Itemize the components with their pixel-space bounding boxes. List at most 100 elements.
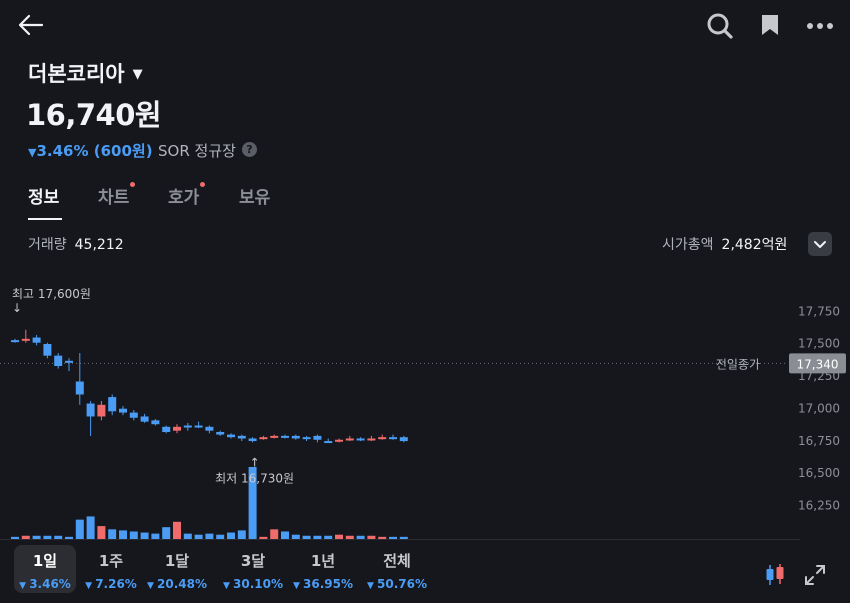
volume-bar: [291, 534, 300, 539]
candle-body: [270, 435, 279, 438]
y-axis-tick-label: 17,750: [798, 304, 840, 318]
down-triangle-icon: ▼: [146, 581, 158, 591]
candle-body: [216, 432, 225, 435]
volume-bar: [270, 529, 279, 539]
volume-bar: [216, 534, 225, 539]
range-label: 1달: [164, 552, 190, 570]
volume-bar: [173, 521, 181, 539]
candle-body: [86, 403, 95, 417]
down-triangle-icon: ▼: [222, 581, 234, 591]
market-cap-stat: 시가총액 2,482억원: [662, 234, 787, 254]
price-chart[interactable]: 17,75017,50017,25017,00016,75016,50016,2…: [0, 280, 850, 542]
more-icon[interactable]: [806, 22, 834, 30]
caret-down-icon: ▼: [132, 67, 143, 82]
range-change: ▼ 7.26%: [80, 577, 142, 591]
volume-bar: [97, 526, 106, 539]
range-label: 3달: [240, 552, 266, 570]
candle-body: [140, 416, 149, 422]
range-change-value: 36.95%: [303, 577, 354, 591]
range-change-value: 20.48%: [157, 577, 208, 591]
volume-bar: [237, 530, 246, 539]
chevron-down-icon: [814, 241, 826, 248]
range-change-value: 50.76%: [377, 577, 428, 591]
candle-body: [11, 340, 19, 343]
candle-body: [194, 425, 203, 428]
search-icon[interactable]: [706, 12, 734, 40]
candle-body: [227, 434, 235, 438]
volume-bar: [108, 529, 117, 539]
bookmark-icon[interactable]: [760, 14, 780, 36]
range-change: ▼ 20.48%: [146, 577, 208, 591]
volume-bar: [324, 535, 333, 539]
stock-name-dropdown[interactable]: 더본코리아 ▼: [28, 58, 143, 88]
y-axis-tick-label: 17,500: [798, 337, 840, 351]
candle-body: [313, 435, 322, 440]
down-triangle-icon: ▼: [85, 581, 96, 591]
candle-body: [345, 438, 354, 441]
tab-orderbook-label: 호가: [168, 188, 200, 208]
y-axis-tick-label: 16,500: [798, 466, 840, 480]
tab-holdings[interactable]: 보유: [239, 183, 270, 208]
range-label: 1주: [98, 552, 124, 570]
candle-body: [281, 435, 289, 438]
tab-holdings-label: 보유: [239, 188, 271, 208]
volume-bar: [281, 531, 289, 539]
volume-bar: [86, 516, 95, 539]
candle-body: [173, 426, 181, 431]
candle-body: [259, 437, 268, 440]
prev-close-value: 17,340: [797, 357, 839, 371]
tab-orderbook[interactable]: 호가: [168, 182, 206, 208]
candle-body: [335, 439, 343, 442]
volume-bar: [367, 535, 376, 539]
candle-body: [75, 381, 84, 395]
down-triangle-icon: ▼: [292, 581, 304, 591]
volume-bar: [54, 535, 63, 539]
volume-bar: [389, 536, 397, 539]
tab-info[interactable]: 정보: [28, 183, 59, 208]
tab-chart[interactable]: 차트: [98, 182, 136, 208]
candle-body: [151, 420, 160, 425]
volume-label: 거래량: [28, 237, 67, 253]
volume-bar: [11, 536, 19, 539]
volume-bar: [32, 535, 41, 539]
volume-bar: [313, 535, 322, 539]
range-change: ▼ 50.76%: [366, 577, 428, 591]
price-change: ▼3.46% (600원): [28, 140, 153, 161]
arrow-down-icon: ↓: [12, 301, 22, 315]
volume-bar: [345, 535, 354, 539]
candle-body: [378, 437, 387, 440]
range-change: ▼ 36.95%: [292, 577, 354, 591]
range-option[interactable]: 1달 ▼ 20.48%: [146, 550, 208, 591]
expand-stats-button[interactable]: [808, 232, 832, 256]
range-option[interactable]: 전체 ▼ 50.76%: [366, 550, 428, 591]
stock-name: 더본코리아: [28, 62, 125, 86]
back-arrow-icon[interactable]: [18, 14, 44, 36]
prev-close-label: 전일종가: [716, 357, 760, 371]
current-price: 16,740원: [26, 98, 162, 132]
candlestick-icon[interactable]: [764, 563, 786, 591]
volume-bar: [75, 519, 84, 539]
volume-bar: [119, 530, 127, 539]
candle-body: [302, 437, 311, 440]
range-option[interactable]: 1일 ▼ 3.46%: [14, 545, 76, 593]
fullscreen-icon[interactable]: [804, 564, 826, 590]
range-change-value: 30.10%: [233, 577, 284, 591]
candle-body: [183, 425, 192, 428]
volume-bar: [356, 535, 365, 539]
candle-body: [65, 360, 73, 363]
volume-bar: [162, 527, 171, 539]
range-option[interactable]: 1주 ▼ 7.26%: [80, 550, 142, 591]
volume-bar: [151, 533, 160, 539]
market-cap-value: 2,482억원: [721, 237, 788, 253]
range-option[interactable]: 3달 ▼ 30.10%: [222, 550, 284, 591]
tab-chart-label: 차트: [98, 188, 130, 208]
candle-body: [162, 426, 171, 432]
range-option[interactable]: 1년 ▼ 36.95%: [292, 550, 354, 591]
range-label: 1년: [310, 552, 336, 570]
volume-bar: [140, 532, 149, 539]
volume-bar: [65, 536, 73, 539]
volume-bar: [205, 533, 214, 539]
candle-body: [129, 412, 138, 418]
price-change-value: 3.46% (600원): [36, 142, 153, 160]
help-icon[interactable]: ?: [242, 142, 257, 157]
